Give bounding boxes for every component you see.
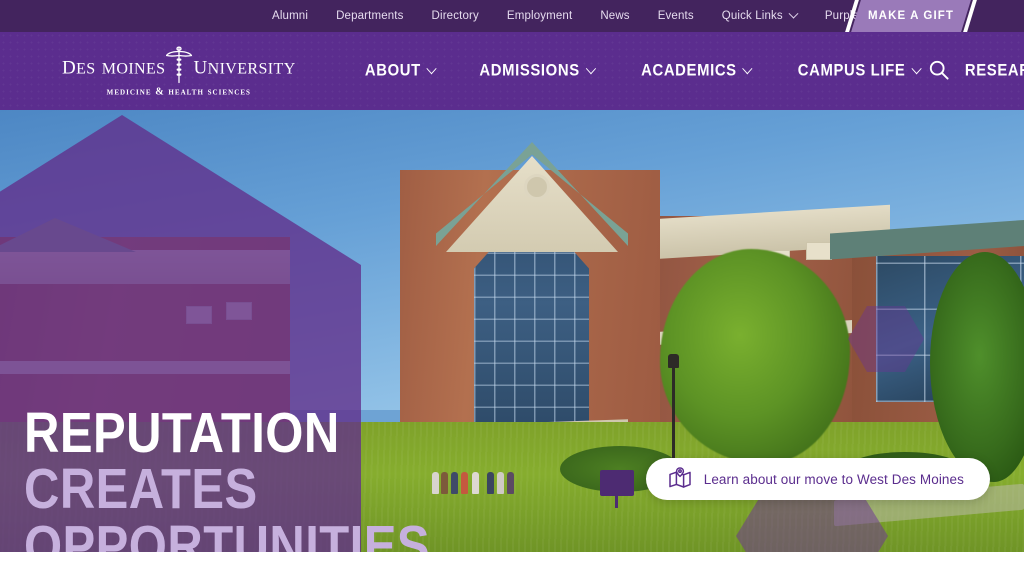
utility-link-alumni[interactable]: Alumni bbox=[258, 10, 322, 22]
building-seal-medallion bbox=[524, 174, 550, 200]
hero-headline-line-2: CREATES bbox=[24, 457, 258, 522]
nav-item-label: ACADEMICS bbox=[640, 61, 737, 80]
nav-item-label: RESEARCH bbox=[965, 61, 1024, 80]
map-pin-icon bbox=[668, 466, 692, 492]
hero-headline-line-3: OPPORTUNITIES bbox=[24, 513, 430, 552]
nav-item-label: ADMISSIONS bbox=[479, 61, 580, 80]
nav-item-campus-life[interactable]: CAMPUS LIFE bbox=[782, 62, 935, 81]
site-logo[interactable]: Des Moines Uni bbox=[62, 45, 296, 98]
chevron-down-icon bbox=[585, 62, 596, 74]
utility-link-departments[interactable]: Departments bbox=[322, 10, 417, 22]
logo-word-des-moines: Des Moines bbox=[62, 49, 166, 79]
chevron-down-icon bbox=[426, 62, 437, 74]
hero-cta-label: Learn about our move to West Des Moines bbox=[703, 471, 964, 487]
make-a-gift-button[interactable]: MAKE A GIFT bbox=[851, 0, 971, 32]
logo-wordmark: Des Moines Uni bbox=[62, 45, 296, 85]
utility-link-label: Employment bbox=[506, 10, 573, 22]
building-panel bbox=[806, 242, 832, 260]
utility-link-label: Events bbox=[657, 10, 694, 22]
utility-link-label: Directory bbox=[431, 10, 479, 22]
utility-link-quick-links[interactable]: Quick Links bbox=[708, 8, 811, 22]
hero-banner: REPUTATION CREATES OPPORTUNITIES Learn a… bbox=[0, 110, 1024, 552]
utility-link-news[interactable]: News bbox=[586, 10, 643, 22]
nav-item-label: CAMPUS LIFE bbox=[797, 61, 906, 80]
page-body-below-hero bbox=[0, 552, 1024, 576]
hero-headline-line-1: REPUTATION bbox=[24, 401, 340, 465]
search-icon bbox=[928, 59, 950, 84]
search-button[interactable] bbox=[924, 56, 954, 86]
primary-nav: ABOUT ADMISSIONS ACADEMICS CAMPUS LIFE R… bbox=[344, 62, 1024, 81]
utility-link-employment[interactable]: Employment bbox=[493, 10, 586, 22]
person bbox=[497, 472, 504, 494]
main-navigation-bar: Des Moines Uni bbox=[0, 32, 1024, 110]
make-a-gift-wrapper: MAKE A GIFT bbox=[845, 0, 977, 32]
utility-nav: Alumni Departments Directory Employment … bbox=[258, 8, 919, 22]
nav-item-about[interactable]: ABOUT bbox=[350, 62, 451, 81]
nav-item-academics[interactable]: ACADEMICS bbox=[625, 62, 766, 81]
utility-link-label: News bbox=[600, 10, 630, 22]
chevron-down-icon bbox=[742, 62, 753, 74]
chevron-down-icon bbox=[910, 62, 922, 74]
hero-cta-button[interactable]: Learn about our move to West Des Moines bbox=[645, 458, 990, 500]
utility-bar: Alumni Departments Directory Employment … bbox=[0, 0, 1024, 32]
nav-item-admissions[interactable]: ADMISSIONS bbox=[464, 62, 609, 81]
hero-headline: REPUTATION CREATES OPPORTUNITIES bbox=[24, 401, 496, 552]
person bbox=[507, 472, 514, 494]
utility-link-label: Alumni bbox=[272, 10, 309, 22]
tree bbox=[660, 249, 850, 464]
caduceus-icon bbox=[166, 45, 193, 85]
campus-sign bbox=[600, 470, 634, 508]
utility-link-directory[interactable]: Directory bbox=[418, 10, 493, 22]
nav-item-research[interactable]: RESEARCH bbox=[950, 62, 1024, 81]
logo-tagline: Medicine & Health Sciences bbox=[106, 86, 251, 98]
chevron-down-icon bbox=[788, 8, 799, 19]
utility-link-label: Departments bbox=[336, 10, 404, 22]
utility-link-events[interactable]: Events bbox=[644, 10, 708, 22]
make-a-gift-label: MAKE A GIFT bbox=[868, 10, 954, 22]
nav-item-label: ABOUT bbox=[364, 61, 421, 80]
logo-word-university: University bbox=[193, 49, 296, 79]
utility-link-label: Quick Links bbox=[721, 10, 783, 22]
